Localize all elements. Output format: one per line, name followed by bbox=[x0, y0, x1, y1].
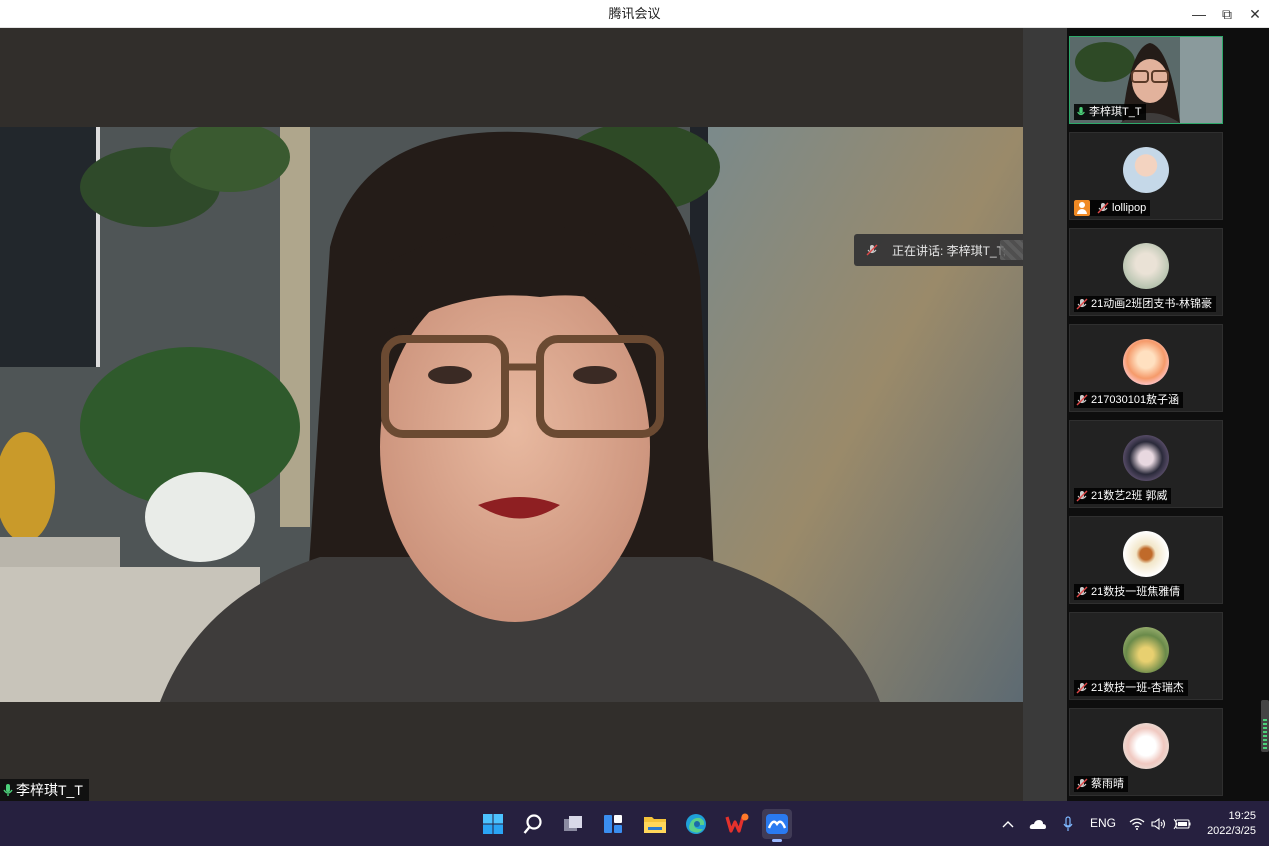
participant-tile[interactable]: 蔡雨晴 bbox=[1069, 708, 1223, 796]
close-button[interactable]: ✕ bbox=[1240, 0, 1269, 28]
mic-on-icon bbox=[3, 784, 13, 796]
participant-name-tag: 21数艺2班 郭威 bbox=[1074, 488, 1172, 504]
speaking-text: 正在讲话: 李梓琪T_T; bbox=[892, 243, 1007, 258]
participant-tile[interactable]: lollipop bbox=[1069, 132, 1223, 220]
participant-name-tag: lollipop bbox=[1074, 200, 1151, 216]
wps-icon[interactable] bbox=[722, 809, 752, 839]
participant-tile[interactable]: 李梓琪T_T bbox=[1069, 36, 1223, 124]
start-icon[interactable] bbox=[478, 809, 508, 839]
participant-tile[interactable]: 217030101敖子涵 bbox=[1069, 324, 1223, 412]
microphone-icon[interactable] bbox=[1057, 801, 1079, 846]
taskbar: ENG 19:25 2022/3/25 bbox=[0, 801, 1269, 846]
mic-off-icon bbox=[1097, 202, 1109, 214]
participant-name-tag: 21数技一班焦雅倩 bbox=[1074, 584, 1185, 600]
widgets-icon[interactable] bbox=[598, 809, 628, 839]
mic-off-icon bbox=[1076, 586, 1088, 598]
participant-name-tag: 21数技一班-杏瑞杰 bbox=[1074, 680, 1188, 696]
volume-icon[interactable] bbox=[1149, 801, 1169, 846]
mic-off-icon bbox=[1076, 298, 1088, 310]
avatar bbox=[1123, 723, 1169, 769]
title-bar: 腾讯会议 — ⧉ ✕ bbox=[0, 0, 1269, 28]
main-video-area[interactable]: 李梓琪T_T bbox=[0, 28, 1023, 801]
participant-name-tag: 蔡雨晴 bbox=[1074, 776, 1128, 792]
participant-name-tag: 217030101敖子涵 bbox=[1074, 392, 1184, 408]
avatar bbox=[1123, 627, 1169, 673]
clock-date: 2022/3/25 bbox=[1207, 825, 1256, 837]
edge-icon[interactable] bbox=[681, 809, 711, 839]
speaker-name-badge: 李梓琪T_T bbox=[0, 779, 89, 801]
wifi-icon[interactable] bbox=[1127, 801, 1147, 846]
participant-name: 21动画2班团支书-林锦豪 bbox=[1091, 298, 1213, 310]
mic-off-icon bbox=[866, 244, 878, 256]
search-icon[interactable] bbox=[518, 809, 548, 839]
participant-name: 21数技一班-杏瑞杰 bbox=[1091, 682, 1184, 694]
mic-off-icon bbox=[1076, 394, 1088, 406]
host-icon bbox=[1074, 200, 1090, 216]
avatar bbox=[1123, 147, 1169, 193]
file-explorer-icon[interactable] bbox=[640, 809, 670, 839]
system-clock[interactable]: 19:25 2022/3/25 bbox=[1207, 809, 1256, 839]
participant-name-tag: 21动画2班团支书-林锦豪 bbox=[1074, 296, 1217, 312]
restore-button[interactable]: ⧉ bbox=[1212, 0, 1242, 28]
participant-name-tag: 李梓琪T_T bbox=[1074, 104, 1146, 120]
clock-time: 19:25 bbox=[1228, 810, 1256, 822]
mic-off-icon bbox=[1076, 682, 1088, 694]
window-title: 腾讯会议 bbox=[608, 6, 661, 21]
mic-on-icon bbox=[1077, 107, 1085, 116]
avatar bbox=[1123, 531, 1169, 577]
language-indicator[interactable]: ENG bbox=[1087, 801, 1119, 846]
participant-name: 21数艺2班 郭威 bbox=[1091, 490, 1168, 502]
participant-tile[interactable]: 21数艺2班 郭威 bbox=[1069, 420, 1223, 508]
speaker-name: 李梓琪T_T bbox=[16, 782, 83, 798]
participant-gallery[interactable]: 李梓琪T_T lollipop 21动画2班团支书-林锦豪 217030101敖… bbox=[1067, 28, 1269, 801]
mic-off-icon bbox=[1076, 778, 1088, 790]
avatar bbox=[1123, 339, 1169, 385]
task-view-icon[interactable] bbox=[558, 809, 588, 839]
participant-name: 217030101敖子涵 bbox=[1091, 394, 1180, 406]
tencent-meeting-icon[interactable] bbox=[762, 809, 792, 842]
onedrive-icon[interactable] bbox=[1027, 801, 1049, 846]
mic-off-icon bbox=[1076, 490, 1088, 502]
participant-name: 21数技一班焦雅倩 bbox=[1091, 586, 1181, 598]
participant-tile[interactable]: 21动画2班团支书-林锦豪 bbox=[1069, 228, 1223, 316]
participant-name: 蔡雨晴 bbox=[1091, 778, 1124, 790]
avatar bbox=[1123, 243, 1169, 289]
avatar bbox=[1123, 435, 1169, 481]
sidebar-gutter bbox=[1023, 28, 1067, 801]
chevron-up-icon[interactable] bbox=[997, 801, 1019, 846]
participant-name: lollipop bbox=[1112, 202, 1147, 214]
participant-tile[interactable]: 21数技一班焦雅倩 bbox=[1069, 516, 1223, 604]
minimize-button[interactable]: — bbox=[1184, 0, 1214, 28]
participant-name: 李梓琪T_T bbox=[1089, 106, 1142, 118]
battery-icon[interactable] bbox=[1172, 801, 1192, 846]
participant-tile[interactable]: 21数技一班-杏瑞杰 bbox=[1069, 612, 1223, 700]
volume-meter bbox=[1261, 700, 1269, 752]
speaker-video bbox=[0, 127, 1023, 702]
